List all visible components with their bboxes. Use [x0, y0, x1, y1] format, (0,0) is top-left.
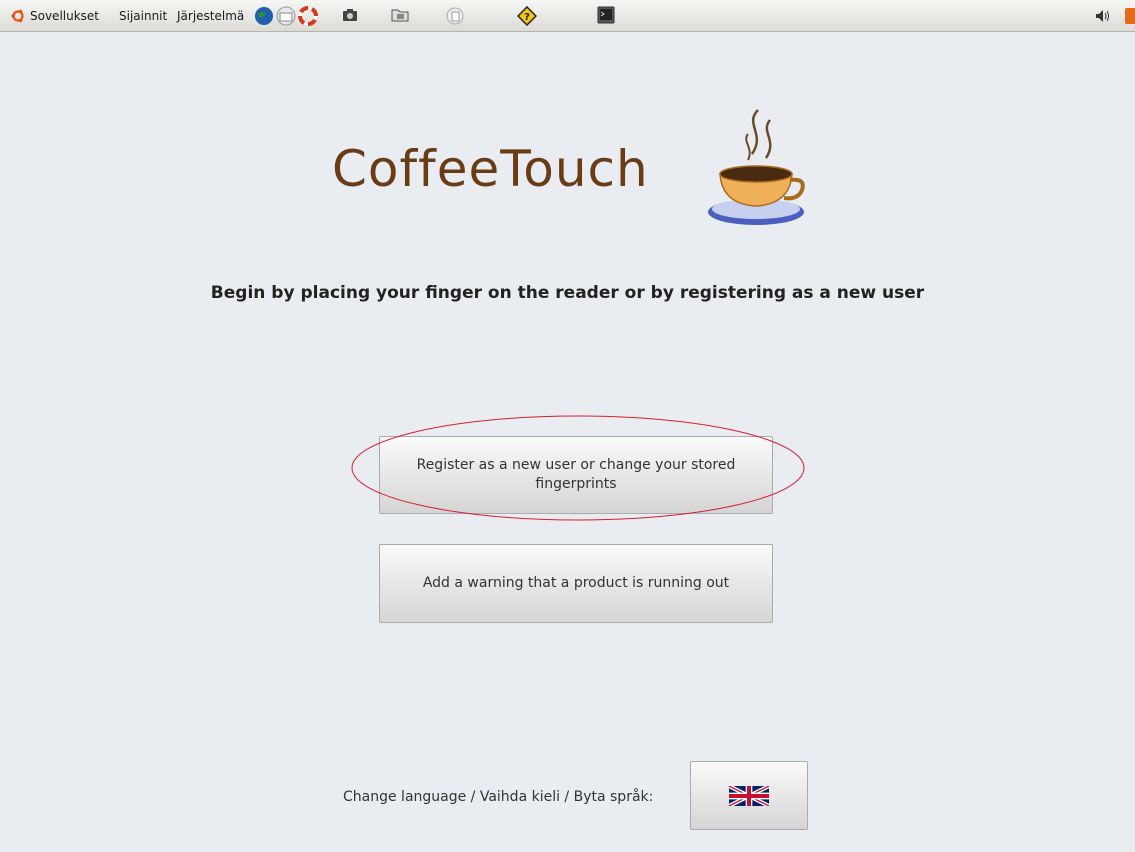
top-panel: Sovellukset Sijainnit Järjestelmä ?: [0, 0, 1135, 32]
menu-places[interactable]: Sijainnit: [119, 9, 167, 23]
help-lifebuoy-icon[interactable]: [298, 6, 318, 26]
menu-system[interactable]: Järjestelmä: [177, 9, 244, 23]
register-user-label: Register as a new user or change your st…: [416, 457, 736, 492]
instructions-text: Begin by placing your finger on the read…: [210, 283, 925, 303]
panel-applet-icon[interactable]: [1125, 8, 1135, 24]
mail-icon[interactable]: [275, 6, 297, 26]
volume-icon[interactable]: [1095, 9, 1111, 23]
app-title: CoffeeTouch: [332, 140, 649, 198]
ubuntu-logo-icon[interactable]: [11, 9, 25, 23]
text-editor-icon[interactable]: [446, 6, 464, 26]
screenshot-icon[interactable]: [341, 6, 359, 24]
change-language-button[interactable]: [690, 761, 808, 830]
svg-text:?: ?: [524, 12, 530, 23]
add-warning-button[interactable]: Add a warning that a product is running …: [379, 544, 773, 623]
globe-icon[interactable]: [254, 6, 274, 26]
add-warning-label: Add a warning that a product is running …: [422, 575, 730, 592]
uk-flag-icon: [729, 785, 769, 806]
file-manager-icon[interactable]: [390, 6, 410, 24]
menu-applications[interactable]: Sovellukset: [30, 9, 99, 23]
update-icon[interactable]: ?: [517, 6, 537, 26]
language-label: Change language / Vaihda kieli / Byta sp…: [343, 789, 654, 805]
register-user-button[interactable]: Register as a new user or change your st…: [379, 436, 773, 514]
coffee-cup-icon: [708, 109, 805, 225]
terminal-icon[interactable]: [597, 6, 615, 24]
